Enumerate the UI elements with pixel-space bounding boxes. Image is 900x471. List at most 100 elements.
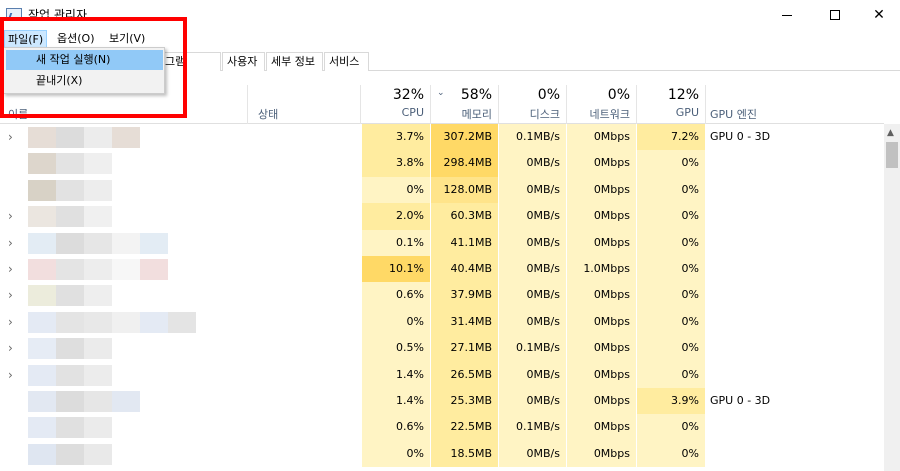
menu-file[interactable]: 파일(F) (4, 30, 48, 48)
gpu-cell: 3.9% (637, 388, 705, 415)
expand-chevron-icon[interactable]: › (8, 203, 13, 229)
scroll-thumb[interactable] (886, 142, 898, 168)
disk-cell: 0.1MB/s (499, 335, 566, 362)
table-row[interactable]: › 0% 31.4MB 0MB/s 0Mbps 0% (0, 308, 884, 336)
cpu-cell: 0.5% (362, 335, 430, 362)
gpu-engine-cell: GPU 0 - 3D (706, 124, 884, 151)
close-icon: ✕ (873, 7, 885, 23)
network-cell: 0Mbps (567, 124, 636, 151)
redacted-name-block (112, 232, 140, 254)
expand-chevron-icon[interactable]: › (8, 230, 13, 256)
table-row[interactable]: › 10.1% 40.4MB 0MB/s 1.0Mbps 0% (0, 256, 884, 283)
expand-chevron-icon[interactable]: › (8, 309, 13, 335)
header-gpu-engine[interactable]: GPU 엔진 (706, 85, 892, 124)
redacted-name-block (84, 338, 112, 360)
menu-item-exit[interactable]: 끝내기(X) (6, 71, 163, 91)
gpu-cell: 0% (637, 282, 705, 309)
expand-chevron-icon[interactable]: › (8, 282, 13, 308)
vertical-scrollbar[interactable]: ▲ (884, 124, 900, 471)
table-row[interactable]: 1.4% 25.3MB 0MB/s 0Mbps 3.9% GPU 0 - 3D (0, 388, 884, 415)
redacted-name-block (56, 338, 84, 360)
memory-cell: 60.3MB (431, 203, 498, 230)
title-bar: 작업 관리자 ✕ (0, 0, 900, 30)
expand-chevron-icon[interactable]: › (8, 124, 13, 150)
header-status-label: 상태 (258, 108, 279, 121)
network-cell: 0Mbps (567, 203, 636, 230)
gpu-cell: 0% (637, 176, 705, 204)
gpu-engine-cell (706, 414, 884, 441)
table-row[interactable]: 0% 128.0MB 0MB/s 0Mbps 0% (0, 176, 884, 204)
disk-cell: 0MB/s (499, 440, 566, 468)
memory-cell: 31.4MB (431, 308, 498, 336)
header-cpu[interactable]: 32% CPU (362, 85, 431, 124)
network-cell: 0Mbps (567, 176, 636, 204)
tab-startup[interactable]: 그램 (160, 52, 221, 71)
redacted-name-block (84, 232, 112, 254)
cpu-cell: 0% (362, 176, 430, 204)
close-button[interactable]: ✕ (856, 0, 900, 30)
gpu-cell: 0% (637, 308, 705, 336)
header-gpu[interactable]: 12% GPU (637, 85, 706, 124)
memory-cell: 298.4MB (431, 150, 498, 177)
gpu-cell: 0% (637, 229, 705, 256)
redacted-name-block (28, 153, 56, 175)
gpu-cell: 0% (637, 440, 705, 468)
header-network-label: 네트워크 (589, 108, 630, 121)
redacted-name-block (28, 391, 56, 412)
tab-details[interactable]: 세부 정보 (266, 52, 323, 71)
disk-cell: 0MB/s (499, 361, 566, 388)
maximize-icon (830, 10, 840, 20)
tab-services[interactable]: 서비스 (324, 52, 369, 71)
redacted-name-block (84, 206, 112, 228)
gpu-engine-cell (706, 229, 884, 256)
header-network[interactable]: 0% 네트워크 (567, 85, 637, 124)
menu-item-run-new-task[interactable]: 새 작업 실행(N) (6, 50, 163, 70)
redacted-name-block (28, 179, 56, 201)
header-memory[interactable]: ⌄ 58% 메모리 (431, 85, 499, 124)
minimize-button[interactable] (764, 0, 810, 30)
menu-view[interactable]: 보기(V) (106, 30, 148, 48)
memory-cell: 18.5MB (431, 440, 498, 468)
memory-cell: 128.0MB (431, 176, 498, 204)
gpu-engine-cell (706, 335, 884, 362)
disk-cell: 0MB/s (499, 150, 566, 177)
header-status[interactable]: 상태 (249, 85, 361, 124)
redacted-name-block (56, 153, 84, 175)
cpu-cell: 2.0% (362, 203, 430, 230)
menu-options[interactable]: 옵션(O) (54, 30, 97, 48)
header-disk[interactable]: 0% 디스크 (499, 85, 567, 124)
redacted-name-block (84, 153, 112, 175)
menu-bar: 파일(F) 옵션(O) 보기(V) (0, 29, 900, 48)
file-menu-dropdown: 새 작업 실행(N) 끝내기(X) (3, 47, 165, 94)
cpu-cell: 0% (362, 440, 430, 468)
table-row[interactable]: 0.6% 22.5MB 0.1MB/s 0Mbps 0% (0, 414, 884, 441)
redacted-name-block (84, 259, 112, 280)
redacted-name-block (112, 259, 140, 280)
scroll-up-arrow-icon[interactable]: ▲ (887, 128, 894, 138)
disk-cell: 0.1MB/s (499, 124, 566, 151)
expand-chevron-icon[interactable]: › (8, 362, 13, 388)
table-row[interactable]: › 0.1% 41.1MB 0MB/s 0Mbps 0% (0, 229, 884, 256)
memory-cell: 307.2MB (431, 124, 498, 151)
table-row[interactable]: › 0.5% 27.1MB 0.1MB/s 0Mbps 0% (0, 335, 884, 362)
maximize-button[interactable] (812, 0, 858, 30)
table-row[interactable]: 0% 18.5MB 0MB/s 0Mbps 0% (0, 440, 884, 468)
table-row[interactable]: › 3.7% 307.2MB 0.1MB/s 0Mbps 7.2% GPU 0 - 3D (0, 124, 884, 151)
redacted-name-block (56, 417, 84, 439)
disk-cell: 0MB/s (499, 282, 566, 309)
cpu-cell: 0.6% (362, 282, 430, 309)
memory-cell: 40.4MB (431, 256, 498, 283)
redacted-name-block (56, 232, 84, 254)
tab-users[interactable]: 사용자 (222, 52, 265, 71)
table-row[interactable]: › 1.4% 26.5MB 0MB/s 0Mbps 0% (0, 361, 884, 388)
disk-cell: 0MB/s (499, 388, 566, 415)
table-row[interactable]: 3.8% 298.4MB 0MB/s 0Mbps 0% (0, 150, 884, 177)
cpu-cell: 0.1% (362, 229, 430, 256)
disk-cell: 0MB/s (499, 256, 566, 283)
table-row[interactable]: › 2.0% 60.3MB 0MB/s 0Mbps 0% (0, 203, 884, 230)
expand-chevron-icon[interactable]: › (8, 335, 13, 361)
redacted-name-block (28, 206, 56, 228)
table-row[interactable]: › 0.6% 37.9MB 0MB/s 0Mbps 0% (0, 282, 884, 309)
expand-chevron-icon[interactable]: › (8, 256, 13, 282)
network-cell: 0Mbps (567, 388, 636, 415)
